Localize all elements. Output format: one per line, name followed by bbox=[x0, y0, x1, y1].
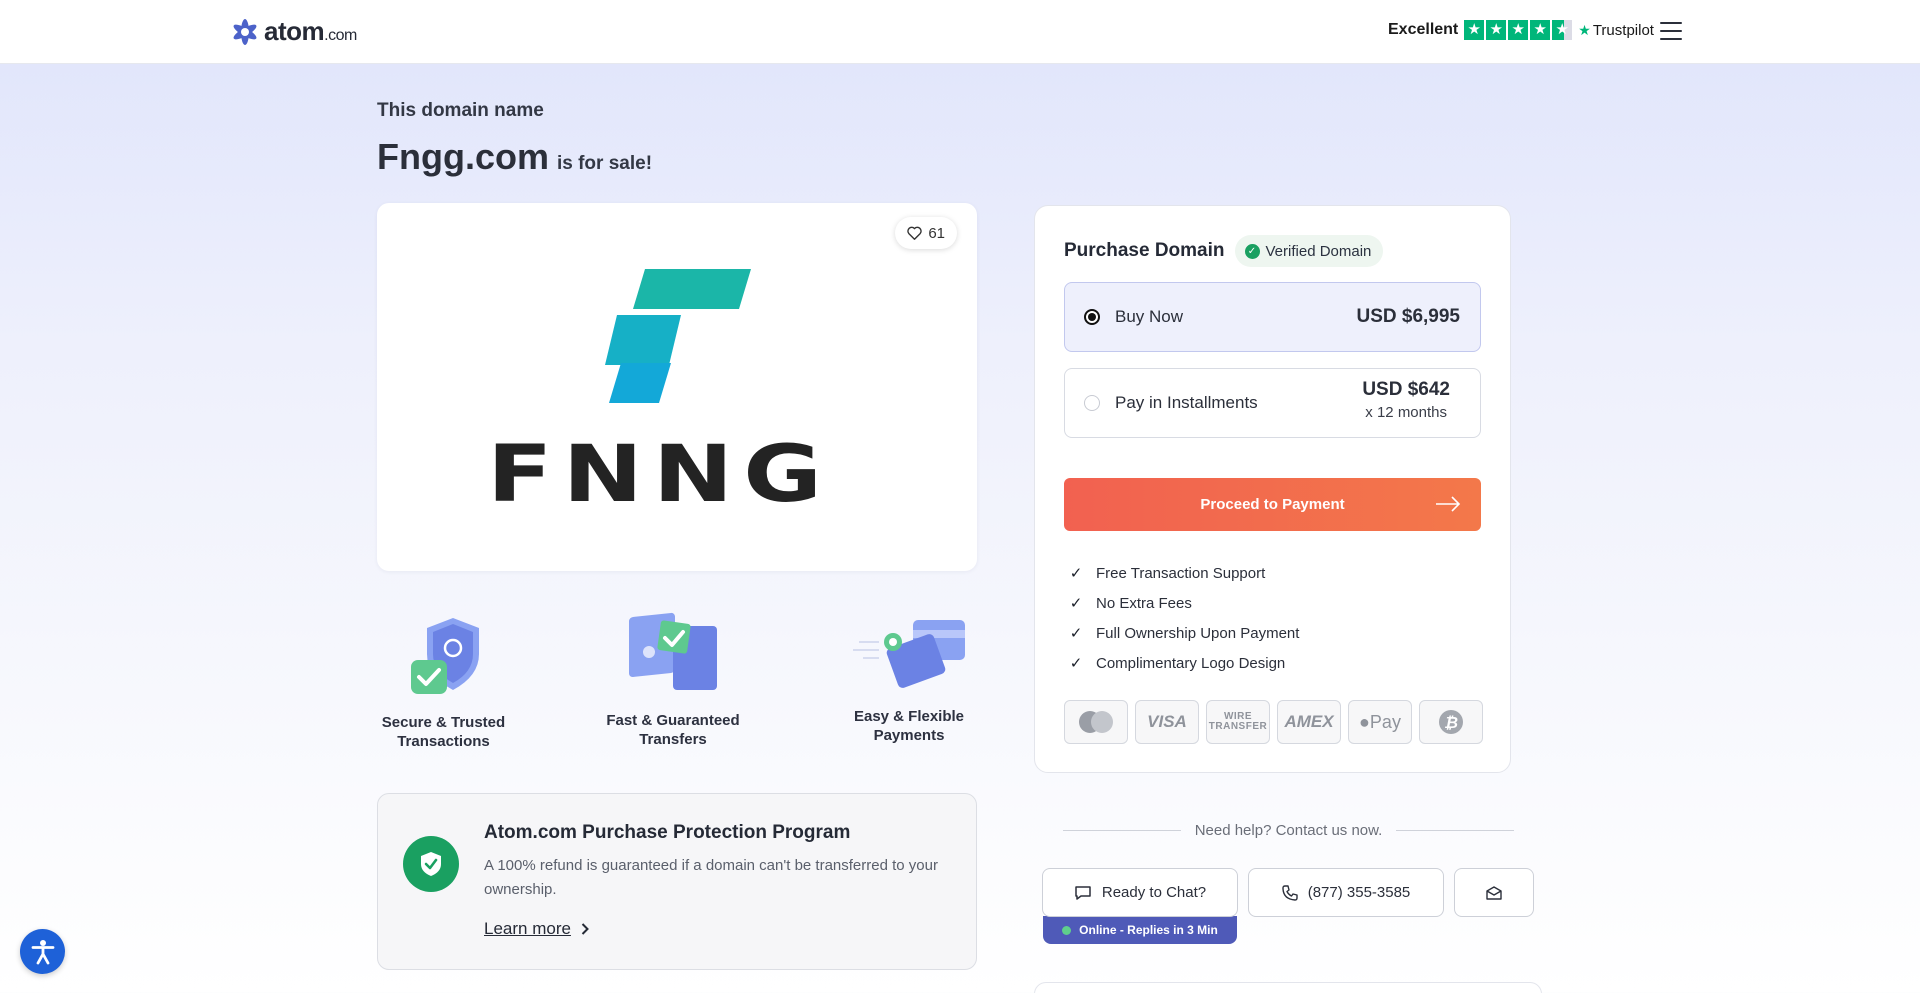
intro-text: This domain name bbox=[377, 100, 544, 121]
benefit-item: ✓ Full Ownership Upon Payment bbox=[1069, 624, 1300, 643]
option-label: Pay in Installments bbox=[1115, 393, 1258, 412]
bitcoin-icon: ₿ bbox=[1419, 700, 1483, 744]
wallet-check-icon bbox=[629, 612, 717, 690]
benefits-list: ✓ Free Transaction Support ✓ No Extra Fees… bbox=[1068, 558, 1300, 678]
accessibility-button[interactable] bbox=[20, 929, 65, 974]
radio-unselected[interactable] bbox=[1084, 395, 1100, 411]
benefit-item: ✓ Complimentary Logo Design bbox=[1069, 654, 1286, 673]
installments-option[interactable]: Pay in Installments USD $642 x 12 months bbox=[1064, 368, 1481, 438]
chat-button[interactable]: Ready to Chat? bbox=[1042, 868, 1238, 917]
option-label: Buy Now bbox=[1115, 307, 1184, 326]
fnng-wordmark: FNNG bbox=[487, 428, 833, 520]
trustpilot-stars: ★ ★ ★ ★ ★ bbox=[1464, 20, 1573, 40]
apple-pay-icon: ● Pay bbox=[1348, 700, 1412, 744]
heart-icon bbox=[907, 226, 923, 240]
star-icon: ★ bbox=[1486, 20, 1507, 40]
mail-icon bbox=[1486, 885, 1502, 900]
star-icon: ★ bbox=[1508, 20, 1529, 40]
trustpilot-rating[interactable]: Excellent ★ ★ ★ ★ ★ ★ Trustpilot bbox=[1388, 20, 1654, 40]
benefit-item: ✓ Free Transaction Support bbox=[1069, 564, 1266, 583]
for-sale-text: is for sale! bbox=[556, 153, 653, 174]
fnng-logo-mark bbox=[605, 269, 751, 403]
purchase-title: Purchase Domain bbox=[1064, 240, 1225, 261]
wire-transfer-icon: WIRE TRANSFER bbox=[1206, 700, 1270, 744]
buy-now-option[interactable]: Buy Now USD $6,995 bbox=[1064, 282, 1481, 352]
online-status: Online - Replies in 3 Min bbox=[1043, 916, 1237, 944]
check-icon: ✓ bbox=[1069, 655, 1083, 672]
installment-price: USD $642 x 12 months bbox=[1362, 379, 1450, 421]
proceed-label: Proceed to Payment bbox=[1200, 496, 1345, 513]
feature-flexible: Easy & Flexible Payments bbox=[849, 614, 969, 745]
accessibility-icon bbox=[31, 939, 54, 964]
proceed-to-payment-button[interactable]: Proceed to Payment bbox=[1064, 478, 1481, 531]
logo-text: atom.com bbox=[264, 16, 357, 46]
check-icon: ✓ bbox=[1069, 565, 1083, 582]
feature-fast: Fast & Guaranteed Transfers bbox=[603, 612, 743, 749]
hamburger-menu-icon[interactable] bbox=[1660, 22, 1682, 40]
feature-secure: Secure & Trusted Transactions bbox=[381, 614, 506, 751]
svg-text:₿: ₿ bbox=[1444, 713, 1458, 732]
verified-badge: ✓ Verified Domain bbox=[1234, 235, 1384, 267]
arrow-right-icon bbox=[1436, 496, 1461, 512]
learn-more-label: Learn more bbox=[484, 919, 571, 938]
check-icon: ✓ bbox=[1069, 595, 1083, 612]
apple-logo-icon: ● bbox=[1359, 711, 1370, 732]
option-period: x 12 months bbox=[1365, 404, 1448, 421]
online-dot bbox=[1062, 925, 1072, 935]
atom-star-icon bbox=[233, 18, 257, 45]
chat-icon bbox=[1075, 885, 1091, 900]
email-button[interactable] bbox=[1454, 868, 1534, 917]
protection-title: Atom.com Purchase Protection Program bbox=[484, 822, 851, 843]
shield-check-icon bbox=[410, 618, 479, 694]
favorite-button[interactable]: 61 bbox=[895, 217, 957, 249]
purchase-protection-card: Atom.com Purchase Protection Program A 1… bbox=[377, 793, 977, 970]
option-price: USD $642 bbox=[1362, 379, 1450, 400]
star-icon: ★ bbox=[1530, 20, 1551, 40]
top-navbar: atom.com Excellent ★ ★ ★ ★ ★ ★ Trustpilot bbox=[0, 0, 1920, 64]
feature-label: Secure & Trusted Transactions bbox=[381, 714, 506, 750]
star-icon: ★ bbox=[1464, 20, 1485, 40]
mastercard-icon bbox=[1064, 700, 1128, 744]
amex-icon: AMEX bbox=[1277, 700, 1341, 744]
phone-icon bbox=[1282, 884, 1298, 901]
option-price: USD $6,995 bbox=[1356, 306, 1460, 327]
check-icon: ✓ bbox=[1069, 625, 1083, 642]
domain-logo-card: 61 FNNG bbox=[377, 203, 977, 571]
trustpilot-brand: ★ Trustpilot bbox=[1578, 21, 1654, 39]
atom-logo[interactable]: atom.com bbox=[230, 16, 357, 47]
learn-more-link[interactable]: Learn more bbox=[484, 919, 589, 939]
shield-check-icon bbox=[403, 836, 459, 892]
bottom-card bbox=[1034, 982, 1542, 993]
cards-icon bbox=[853, 620, 965, 688]
radio-selected[interactable] bbox=[1084, 309, 1100, 325]
purchase-panel: Purchase Domain ✓ Verified Domain Buy No… bbox=[1034, 205, 1511, 773]
trustpilot-star-icon: ★ bbox=[1578, 21, 1591, 38]
need-help: Need help? Contact us now. bbox=[1063, 822, 1514, 839]
phone-button[interactable]: (877) 355-3585 bbox=[1248, 868, 1444, 917]
protection-description: A 100% refund is guaranteed if a domain … bbox=[484, 857, 938, 898]
domain-name: Fngg.com bbox=[377, 136, 549, 177]
feature-label: Easy & Flexible Payments bbox=[853, 708, 965, 744]
benefit-item: ✓ No Extra Fees bbox=[1069, 594, 1192, 613]
payment-methods: VISA WIRE TRANSFER AMEX ● Pay ₿ bbox=[1064, 700, 1483, 744]
star-half-icon: ★ bbox=[1552, 20, 1573, 40]
favorite-count: 61 bbox=[928, 224, 945, 242]
feature-label: Fast & Guaranteed Transfers bbox=[606, 712, 740, 748]
chevron-right-icon bbox=[581, 923, 589, 935]
visa-icon: VISA bbox=[1135, 700, 1199, 744]
trustpilot-excellent: Excellent bbox=[1388, 21, 1459, 38]
features-row: Secure & Trusted Transactions Fast & Gua… bbox=[377, 610, 977, 760]
purchase-header: Purchase Domain ✓ Verified Domain bbox=[1064, 235, 1384, 267]
domain-title: Fngg.com is for sale! bbox=[377, 136, 652, 178]
check-circle-icon: ✓ bbox=[1244, 243, 1260, 259]
help-text: Need help? Contact us now. bbox=[1194, 822, 1383, 839]
